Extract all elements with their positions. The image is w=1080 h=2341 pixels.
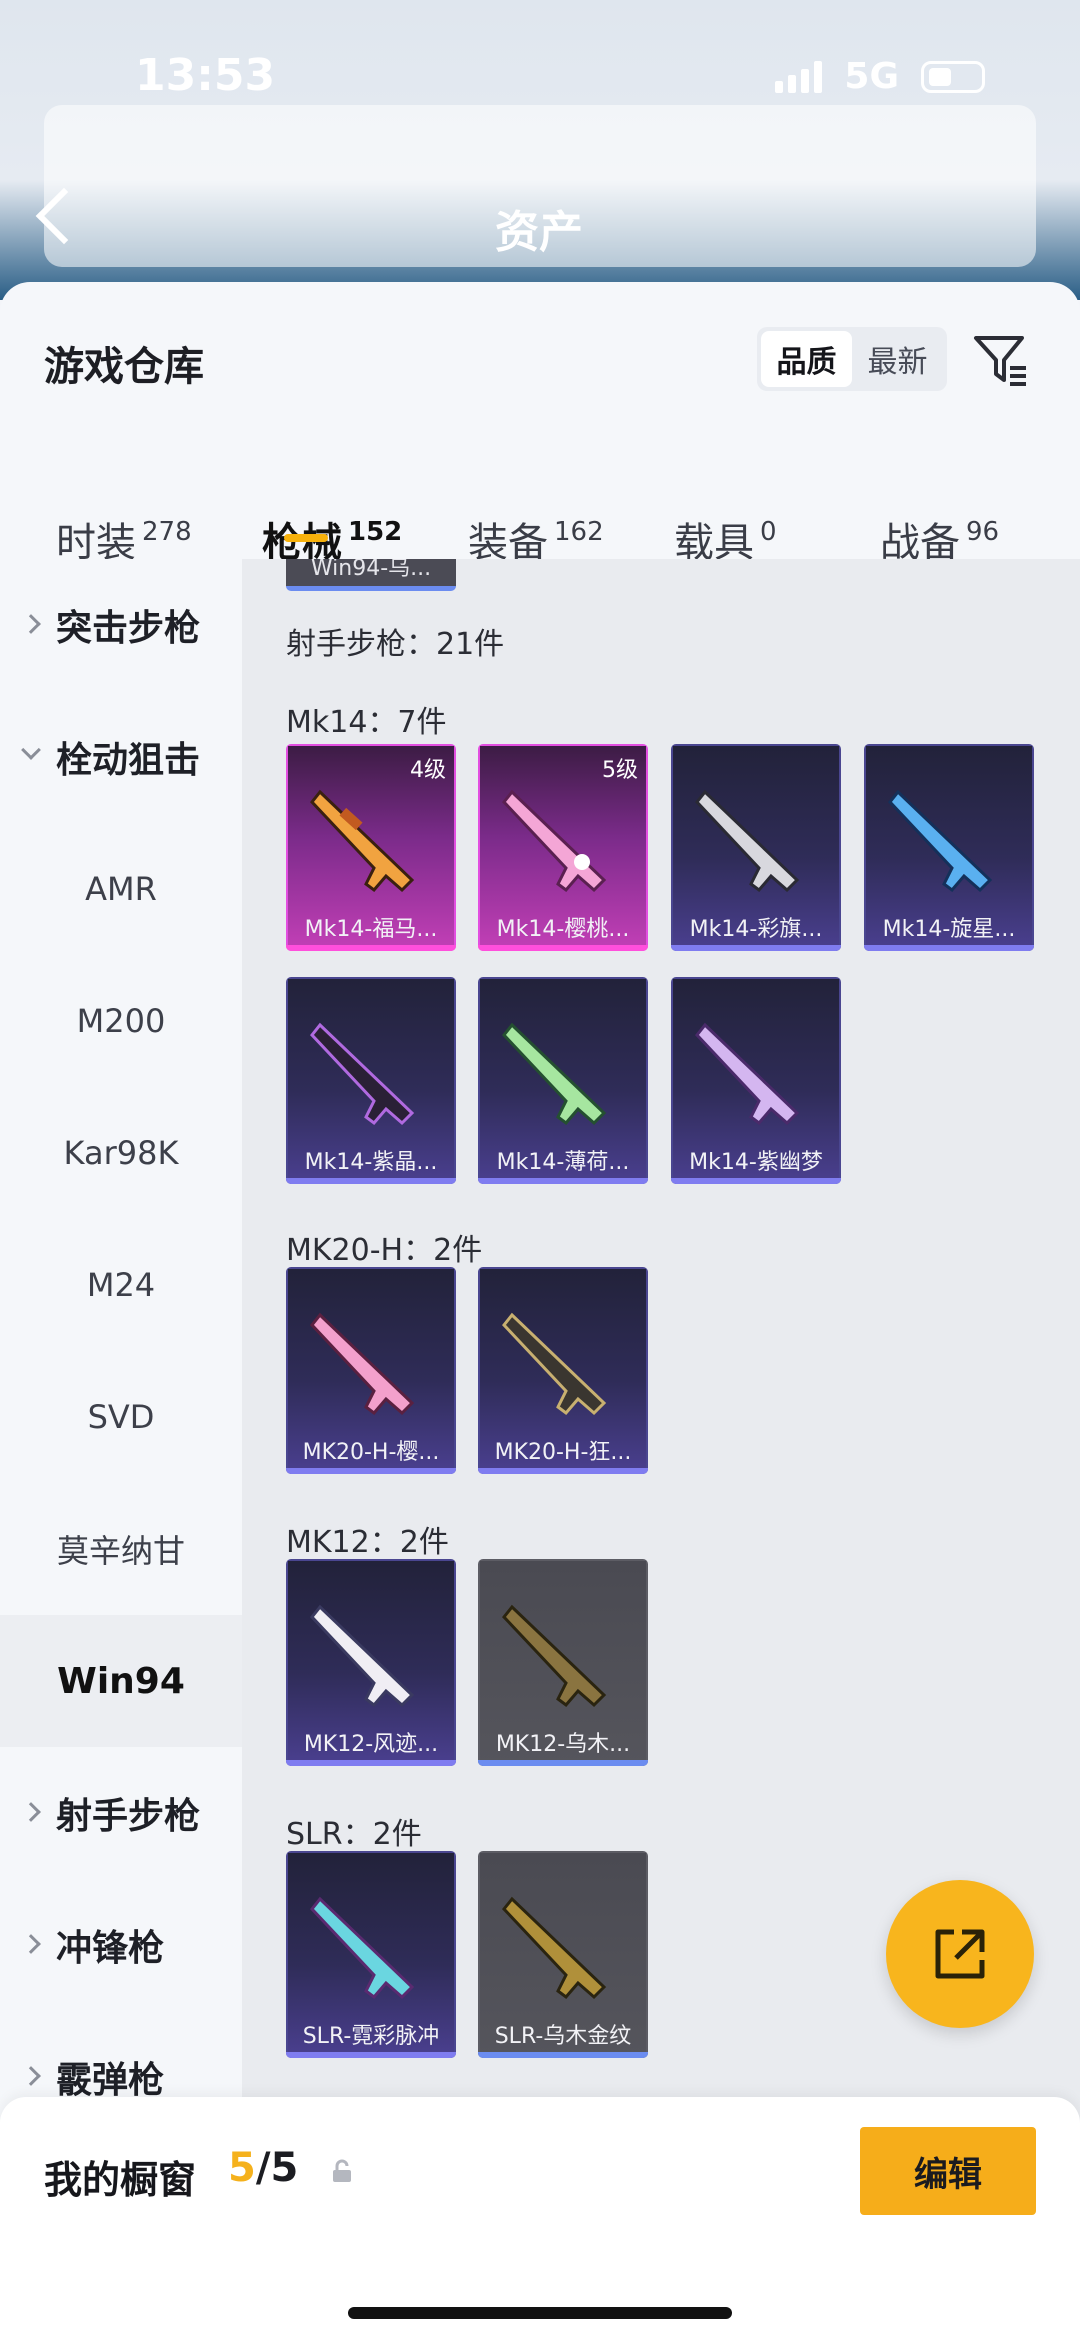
sheet-title: 游戏仓库: [44, 344, 204, 390]
rifle-icon: [310, 1022, 415, 1126]
sidebar-item-m24[interactable]: M24: [0, 1219, 242, 1351]
rifle-icon: [888, 789, 993, 893]
skin-name: Mk14-福马...: [304, 917, 438, 942]
skin-card[interactable]: SLR-霓彩脉冲: [286, 1851, 456, 2058]
rifle-icon: [502, 1896, 607, 2000]
rifle-icon: [310, 1896, 415, 2000]
sidebar-item-label: 霰弹枪: [56, 2060, 165, 2101]
tab-count: 152: [348, 517, 403, 547]
sidebar-item-smg[interactable]: 冲锋枪: [0, 1879, 242, 2011]
filter-icon[interactable]: [972, 330, 1032, 390]
skin-name: SLR-霓彩脉冲: [302, 2024, 440, 2049]
sidebar-item-amr[interactable]: AMR: [0, 823, 242, 955]
skin-card[interactable]: Mk14-紫幽梦: [671, 977, 841, 1184]
skin-name: MK12-风迹...: [303, 1732, 439, 1757]
skin-name: Mk14-薄荷...: [496, 1150, 630, 1175]
warehouse-sheet: 游戏仓库 品质 最新 时装 278 枪械 152 装备 162 载具 0 战备 96 突击…: [0, 282, 1080, 2341]
rifle-icon: [502, 1312, 607, 1416]
category-tabs: 时装 278 枪械 152 装备 162 载具 0 战备 96: [0, 462, 1080, 566]
unlock-icon: [333, 2159, 351, 2182]
skin-name: MK20-H-狂...: [494, 1440, 632, 1465]
sidebar-item-label: 冲锋枪: [56, 1928, 165, 1969]
sidebar-item-assault-rifle[interactable]: 突击步枪: [0, 559, 242, 691]
chevron-right-icon: [21, 2066, 41, 2086]
skin-card[interactable]: 5级 Mk14-樱桃...: [478, 744, 648, 951]
battery-icon: [921, 60, 985, 93]
skin-card[interactable]: MK20-H-樱...: [286, 1267, 456, 1474]
sidebar-item-label: 栓动狙击: [56, 740, 201, 781]
rifle-icon: [502, 1022, 607, 1126]
chevron-right-icon: [21, 1934, 41, 1954]
group-label-slr: SLR：2件: [286, 1817, 422, 1852]
skin-card[interactable]: MK12-乌木...: [478, 1559, 648, 1766]
edit-button[interactable]: 编辑: [860, 2127, 1036, 2215]
rifle-icon: [502, 789, 607, 893]
group-label-mk20h: MK20-H：2件: [286, 1233, 483, 1268]
skin-card[interactable]: Mk14-旋星...: [864, 744, 1034, 951]
skin-name: Mk14-彩旗...: [689, 917, 823, 942]
status-time: 13:53: [135, 50, 276, 101]
showcase-bar: 我的橱窗 5/5 编辑: [0, 2097, 1080, 2341]
rifle-icon: [310, 1604, 415, 1708]
tab-count: 278: [142, 517, 192, 547]
status-indicators: 5G: [775, 56, 985, 97]
rifle-icon: [695, 789, 800, 893]
skin-card[interactable]: Mk14-薄荷...: [478, 977, 648, 1184]
skin-name: MK20-H-樱...: [302, 1440, 440, 1465]
tab-count: 0: [760, 517, 777, 547]
skin-name: SLR-乌木金纹: [494, 2024, 632, 2049]
tab-count: 162: [554, 517, 604, 547]
sidebar-item-label: 射手步枪: [56, 1796, 201, 1837]
network-label: 5G: [844, 56, 899, 97]
rifle-icon: [695, 1022, 800, 1126]
tab-count: 96: [966, 517, 1000, 547]
sort-quality-button[interactable]: 品质: [761, 331, 852, 387]
skin-card[interactable]: Mk14-彩旗...: [671, 744, 841, 951]
skin-card[interactable]: Mk14-紫晶...: [286, 977, 456, 1184]
chevron-right-icon: [21, 614, 41, 634]
skin-name: Mk14-旋星...: [882, 917, 1016, 942]
showcase-total: 5: [270, 2145, 299, 2191]
signal-icon: [775, 60, 823, 93]
showcase-current: 5: [228, 2145, 256, 2191]
showcase-label: 我的橱窗: [44, 2158, 197, 2202]
sidebar-item-kar98k[interactable]: Kar98K: [0, 1087, 242, 1219]
sidebar-item-svd[interactable]: SVD: [0, 1351, 242, 1483]
blurred-backdrop: 13:53 5G 资产: [0, 0, 1080, 300]
active-tab-indicator: [284, 534, 328, 542]
sort-newest-button[interactable]: 最新: [852, 331, 943, 387]
sidebar-item-win94[interactable]: Win94: [0, 1615, 242, 1747]
rifle-icon: [502, 1604, 607, 1708]
skin-name: Mk14-紫晶...: [304, 1150, 438, 1175]
home-indicator: [348, 2307, 732, 2319]
showcase-count: 5/5: [228, 2145, 298, 2191]
skin-name: Mk14-樱桃...: [496, 917, 630, 942]
sidebar-item-mosin[interactable]: 莫辛纳甘: [0, 1483, 242, 1615]
skin-name: Mk14-紫幽梦: [689, 1150, 823, 1175]
sidebar-item-bolt-sniper[interactable]: 栓动狙击: [0, 691, 242, 823]
group-label-mk14: Mk14：7件: [286, 705, 447, 740]
sidebar-item-label: 突击步枪: [56, 608, 201, 649]
group-label-mk12: MK12：2件: [286, 1525, 449, 1560]
skin-grid: Win94-乌... 射手步枪：21件 Mk14：7件 4级 Mk14-福马..…: [242, 559, 1080, 2341]
peek-skin-card[interactable]: Win94-乌...: [286, 559, 456, 591]
sidebar-item-m200[interactable]: M200: [0, 955, 242, 1087]
weapon-category-sidebar: 突击步枪 栓动狙击 AMR M200 Kar98K M24 SVD 莫辛纳甘 W…: [0, 559, 242, 2341]
showcase-separator: /: [255, 2145, 271, 2191]
chevron-right-icon: [21, 1802, 41, 1822]
rifle-icon: [310, 789, 415, 893]
sort-toggle: 品质 最新: [757, 327, 947, 391]
rifle-icon: [310, 1312, 415, 1416]
page-title: 资产: [495, 207, 583, 258]
skin-card[interactable]: SLR-乌木金纹: [478, 1851, 648, 2058]
share-export-icon: [935, 1929, 985, 1979]
skin-card[interactable]: 4级 Mk14-福马...: [286, 744, 456, 951]
chevron-down-icon: [21, 740, 41, 760]
skin-card[interactable]: MK20-H-狂...: [478, 1267, 648, 1474]
skin-name: MK12-乌木...: [495, 1732, 631, 1757]
sidebar-item-marksman-rifle[interactable]: 射手步枪: [0, 1747, 242, 1879]
category-heading: 射手步枪：21件: [286, 627, 505, 662]
skin-card[interactable]: MK12-风迹...: [286, 1559, 456, 1766]
share-button[interactable]: [886, 1880, 1034, 2028]
